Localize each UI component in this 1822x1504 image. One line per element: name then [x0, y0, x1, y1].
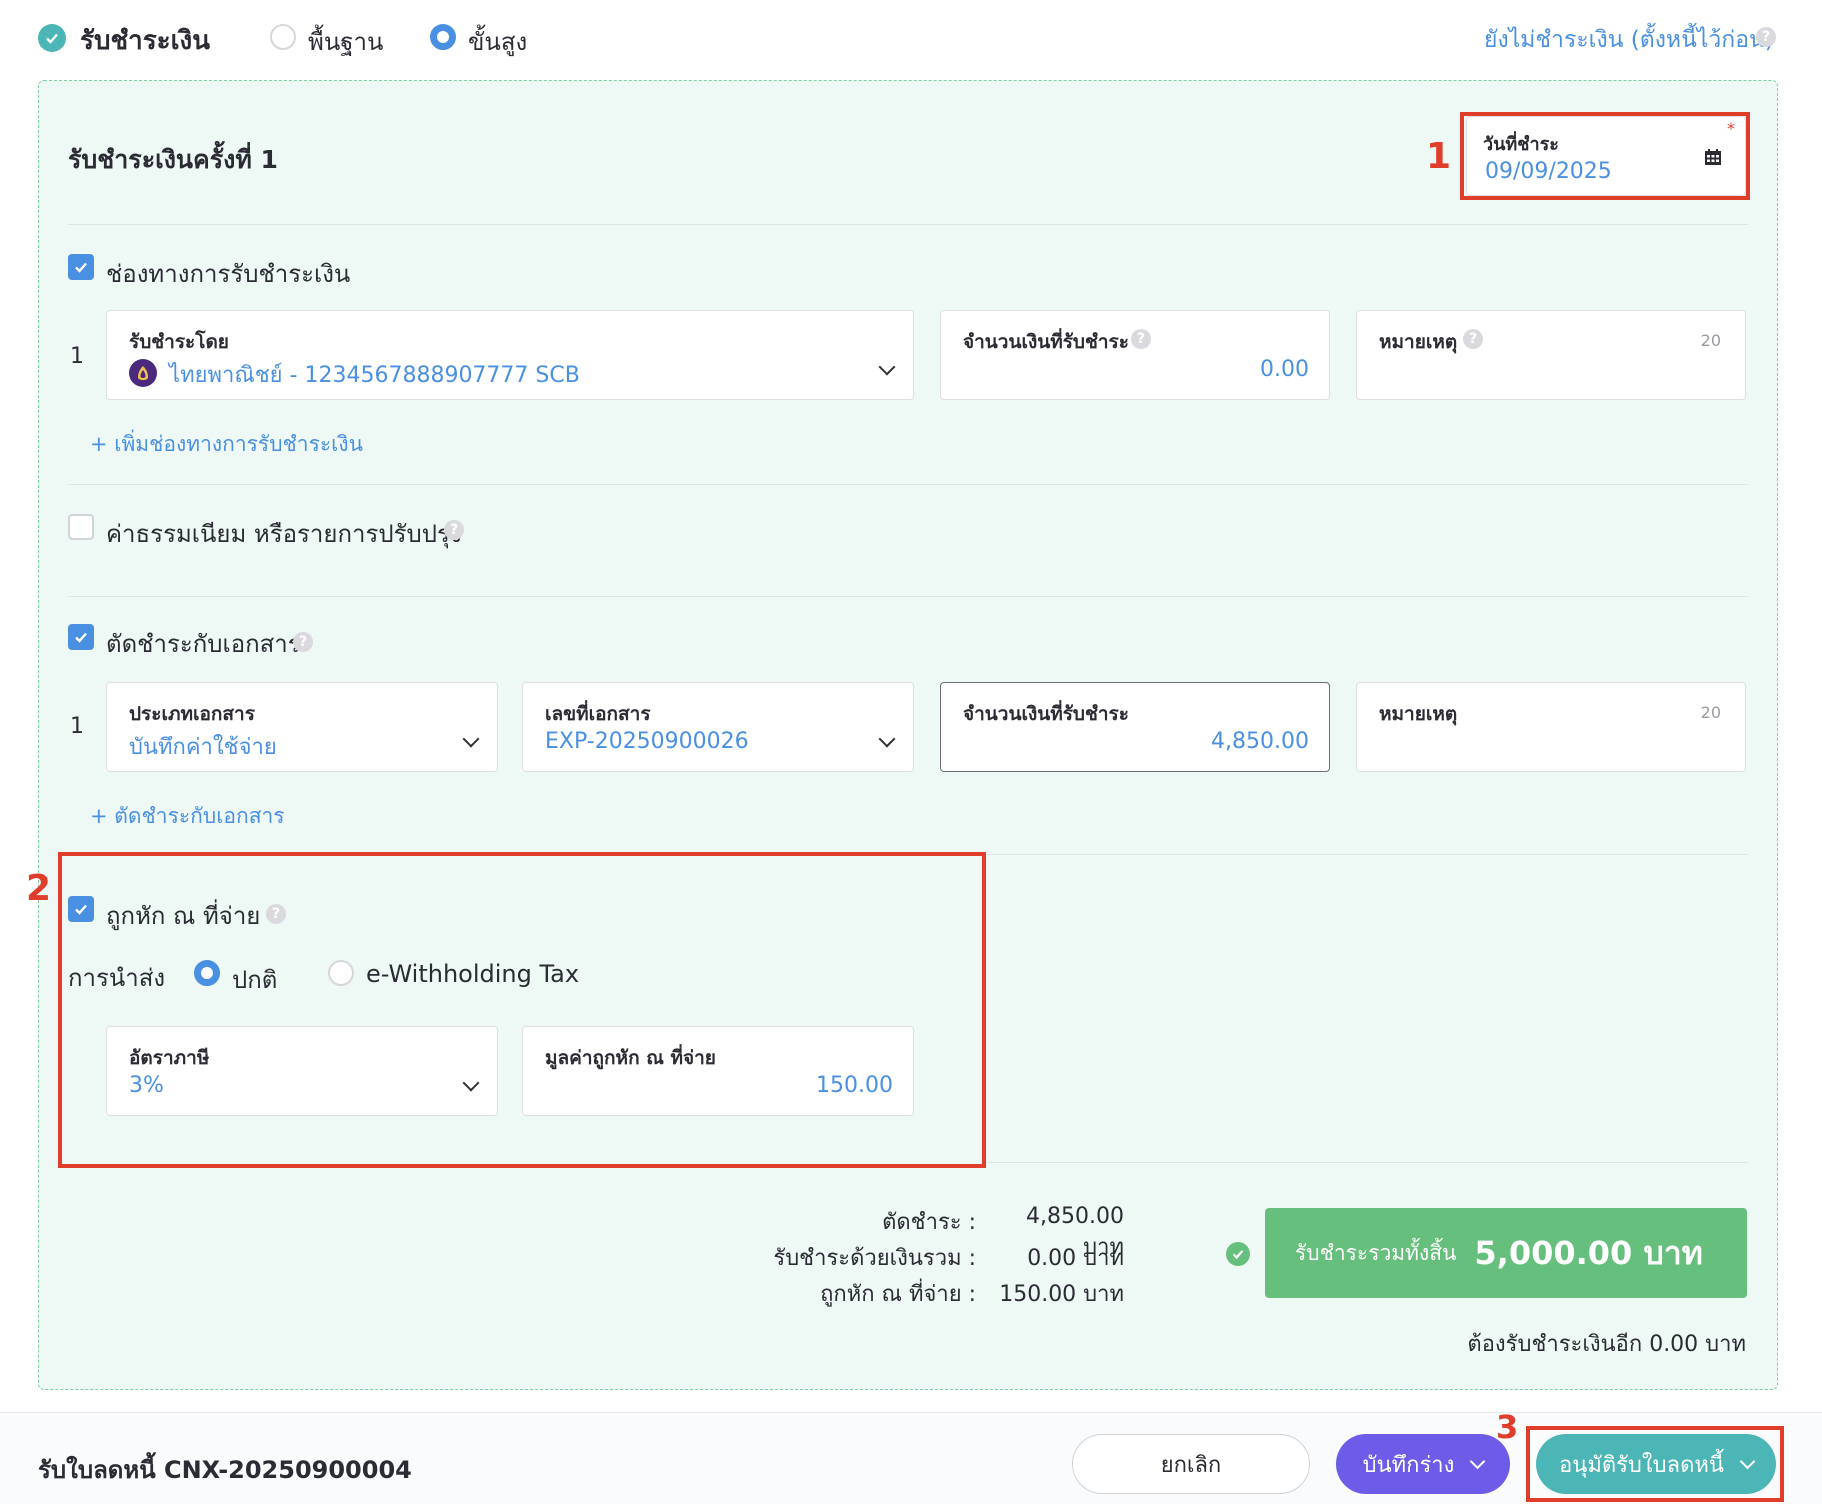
- total-value: 5,000.00 บาท: [1474, 1233, 1703, 1272]
- payment-method-select[interactable]: รับชำระโดย ไทยพาณิชย์ - 1234567888907777…: [106, 310, 914, 400]
- submit-normal-label[interactable]: ปกติ: [232, 960, 277, 999]
- withholding-value-field[interactable]: มูลค่าถูกหัก ณ ที่จ่าย 150.00: [522, 1026, 914, 1116]
- document-amount-value: 4,850.00: [1211, 729, 1309, 754]
- payment-round-title: รับชำระเงินครั้งที่ 1: [68, 145, 278, 174]
- channel-amount-label: จำนวนเงินที่รับชำระ: [963, 331, 1129, 353]
- annotation-number-2: 2: [26, 868, 52, 909]
- divider: [68, 484, 1748, 485]
- unpaid-help-icon[interactable]: ?: [1756, 27, 1776, 47]
- channel-amount-value: 0.00: [1260, 357, 1309, 382]
- add-channel-link[interactable]: + เพิ่มช่องทางการรับชำระเงิน: [90, 428, 363, 461]
- document-type-value: บันทึกค่าใช้จ่าย: [129, 735, 277, 760]
- document-note-counter: 20: [1700, 703, 1721, 722]
- submit-method-label: การนำส่ง: [68, 964, 166, 992]
- document-amount-field[interactable]: จำนวนเงินที่รับชำระ 4,850.00: [940, 682, 1330, 772]
- channel-amount-help-icon[interactable]: ?: [1131, 329, 1151, 349]
- channel-note-help-icon[interactable]: ?: [1463, 329, 1483, 349]
- summary-wht-value: 150.00 บาท: [999, 1282, 1124, 1307]
- cancel-button-label: ยกเลิก: [1160, 1452, 1222, 1478]
- channels-checkbox[interactable]: [68, 254, 94, 280]
- chevron-down-icon: [878, 358, 896, 376]
- remaining-text: ต้องรับชำระเงินอีก 0.00 บาท: [1467, 1332, 1746, 1357]
- document-type-select[interactable]: ประเภทเอกสาร บันทึกค่าใช้จ่าย: [106, 682, 498, 772]
- mode-basic-label[interactable]: พื้นฐาน: [308, 22, 383, 61]
- channel-row-number: 1: [70, 344, 84, 369]
- document-row-number: 1: [70, 714, 84, 739]
- channel-note-label: หมายเหตุ: [1379, 331, 1458, 353]
- payment-method-label: รับชำระโดย: [129, 331, 229, 353]
- channel-amount-field[interactable]: จำนวนเงินที่รับชำระ ? 0.00: [940, 310, 1330, 400]
- bank-logo-icon: [129, 359, 157, 387]
- document-type-label: ประเภทเอกสาร: [129, 703, 255, 725]
- documents-checkbox[interactable]: [68, 624, 94, 650]
- document-title: รับใบลดหนี้ CNX-20250900004: [38, 1456, 412, 1484]
- divider: [68, 596, 1748, 597]
- fees-help-icon[interactable]: ?: [444, 520, 464, 540]
- unpaid-link[interactable]: ยังไม่ชำระเงิน (ตั้งหนี้ไว้ก่อน): [1484, 22, 1774, 58]
- withholding-value-value: 150.00: [816, 1073, 893, 1098]
- withholding-value-label: มูลค่าถูกหัก ณ ที่จ่าย: [545, 1047, 716, 1069]
- channel-note-field[interactable]: หมายเหตุ ? 20: [1356, 310, 1746, 400]
- fees-label: ค่าธรรมเนียม หรือรายการปรับปรุง: [106, 520, 462, 548]
- document-number-value: EXP-20250900026: [545, 729, 749, 754]
- tax-rate-label: อัตราภาษี: [129, 1047, 210, 1069]
- annotation-number-1: 1: [1426, 136, 1452, 177]
- summary-money-label: รับชำระด้วยเงินรวม :: [773, 1246, 976, 1271]
- paid-check-icon[interactable]: [38, 24, 66, 52]
- chevron-down-icon: [462, 730, 480, 748]
- divider: [68, 224, 1748, 225]
- total-amount-banner: รับชำระรวมทั้งสิ้น 5,000.00 บาท: [1265, 1208, 1747, 1298]
- documents-help-icon[interactable]: ?: [293, 632, 313, 652]
- document-amount-label: จำนวนเงินที่รับชำระ: [963, 703, 1129, 725]
- tax-rate-select[interactable]: อัตราภาษี 3%: [106, 1026, 498, 1116]
- documents-label: ตัดชำระกับเอกสาร: [106, 630, 301, 658]
- save-draft-label: บันทึกร่าง: [1362, 1452, 1455, 1478]
- annotation-number-3: 3: [1496, 1408, 1519, 1446]
- save-draft-button[interactable]: บันทึกร่าง: [1336, 1434, 1510, 1494]
- divider: [986, 1162, 1748, 1163]
- submit-normal-radio[interactable]: [194, 960, 220, 986]
- withholding-label: ถูกหัก ณ ที่จ่าย: [106, 902, 261, 930]
- chevron-down-icon: [878, 730, 896, 748]
- document-note-field[interactable]: หมายเหตุ 20: [1356, 682, 1746, 772]
- summary-wht-label: ถูกหัก ณ ที่จ่าย :: [820, 1282, 976, 1307]
- submit-ewht-label[interactable]: e-Withholding Tax: [366, 960, 579, 988]
- total-check-icon: [1226, 1242, 1250, 1266]
- chevron-down-icon: [1470, 1453, 1486, 1469]
- submit-ewht-radio[interactable]: [328, 960, 354, 986]
- annotation-box-3: [1526, 1426, 1784, 1502]
- fees-checkbox[interactable]: [68, 514, 94, 540]
- chevron-down-icon: [462, 1074, 480, 1092]
- withholding-help-icon[interactable]: ?: [266, 904, 286, 924]
- cancel-button[interactable]: ยกเลิก: [1072, 1434, 1310, 1494]
- document-note-label: หมายเหตุ: [1379, 703, 1458, 725]
- withholding-checkbox[interactable]: [68, 896, 94, 922]
- annotation-box-1: [1460, 112, 1750, 200]
- channel-note-counter: 20: [1700, 331, 1721, 350]
- mode-advanced-label[interactable]: ขั้นสูง: [468, 22, 527, 61]
- channels-label: ช่องทางการรับชำระเงิน: [106, 260, 351, 288]
- total-label: รับชำระรวมทั้งสิ้น: [1295, 1240, 1457, 1265]
- mode-basic-radio[interactable]: [270, 24, 296, 50]
- divider: [986, 854, 1748, 855]
- document-number-label: เลขที่เอกสาร: [545, 703, 651, 725]
- payment-method-value: ไทยพาณิชย์ - 1234567888907777 SCB: [169, 363, 580, 388]
- tax-rate-value: 3%: [129, 1073, 164, 1098]
- document-number-select[interactable]: เลขที่เอกสาร EXP-20250900026: [522, 682, 914, 772]
- payment-title: รับชำระเงิน: [80, 26, 210, 56]
- summary-cut-label: ตัดชำระ :: [882, 1210, 976, 1235]
- summary-money-value: 0.00 บาท: [1027, 1246, 1124, 1271]
- mode-advanced-radio[interactable]: [430, 24, 456, 50]
- add-document-link[interactable]: + ตัดชำระกับเอกสาร: [90, 800, 285, 833]
